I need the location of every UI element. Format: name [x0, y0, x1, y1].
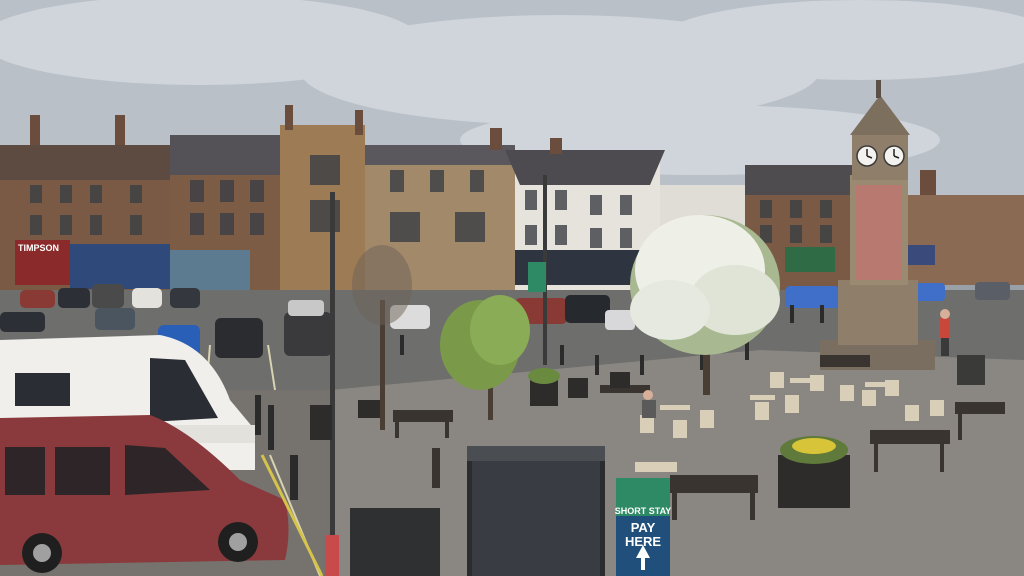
- street-scene: TIMPSON SHORT STAY PAY HERE: [0, 0, 1024, 576]
- clock-face-right-icon: [883, 145, 905, 167]
- here-label: HERE: [625, 534, 661, 549]
- short-stay-label: SHORT STAY: [615, 506, 672, 516]
- shop-sign-timpson: TIMPSON: [18, 243, 59, 253]
- pay-label: PAY: [631, 520, 656, 535]
- bollard-striped: [325, 535, 339, 576]
- pedestrian: [940, 309, 950, 356]
- clock-face-left-icon: [856, 145, 878, 167]
- direction-sign: [528, 262, 546, 292]
- lamp-post: [330, 192, 335, 552]
